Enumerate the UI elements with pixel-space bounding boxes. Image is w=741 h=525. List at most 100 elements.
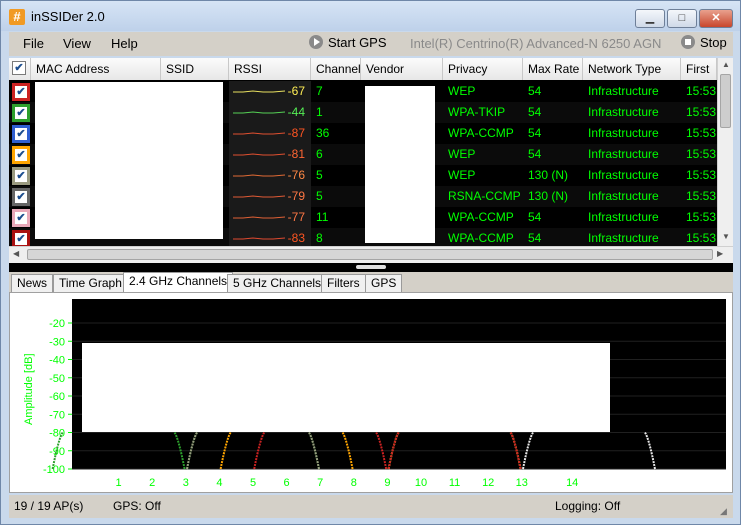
menu-help[interactable]: Help — [111, 36, 138, 51]
column-vendor[interactable]: Vendor — [361, 58, 443, 80]
app-window: # inSSIDer 2.0 ▁ □ ✕ File View Help Star… — [0, 0, 741, 525]
network-type-cell: Infrastructure — [588, 105, 659, 119]
row-checkbox[interactable]: ✔ — [12, 188, 30, 206]
rssi-cell: -79 — [229, 186, 311, 207]
hash-icon: # — [9, 9, 25, 25]
menu-view[interactable]: View — [63, 36, 91, 51]
splitter-grip[interactable] — [356, 265, 386, 269]
rssi-cell: -67 — [229, 81, 311, 102]
rssi-value: -67 — [287, 84, 305, 98]
privacy-cell: WEP — [448, 168, 476, 182]
rssi-cell: -77 — [229, 207, 311, 228]
panel-splitter[interactable] — [9, 263, 733, 272]
adapter-select[interactable]: Intel(R) Centrino(R) Advanced-N 6250 AGN — [410, 34, 672, 53]
x-tick-label: 3 — [183, 477, 189, 489]
column-ssid[interactable]: SSID — [161, 58, 229, 80]
row-checkbox[interactable]: ✔ — [12, 104, 30, 122]
y-tick-label: -70 — [49, 409, 65, 421]
row-checkbox[interactable]: ✔ — [12, 125, 30, 143]
scroll-left-icon[interactable]: ◀ — [13, 249, 19, 258]
tab-5ghz-channels[interactable]: 5 GHz Channels — [227, 274, 328, 292]
x-tick-label: 14 — [566, 477, 578, 489]
rssi-sparkline — [233, 90, 285, 93]
channel-graph: -20-30-40-50-60-70-80-90-100Amplitude [d… — [10, 293, 732, 492]
title-bar[interactable]: # inSSIDer 2.0 ▁ □ ✕ — [1, 1, 740, 31]
row-checkbox[interactable]: ✔ — [12, 83, 30, 101]
column-max-rate[interactable]: Max Rate — [523, 58, 583, 80]
hscroll-thumb[interactable] — [27, 249, 713, 260]
max-rate-cell: 54 — [528, 84, 542, 98]
table-vertical-scrollbar[interactable]: ▲ ▼ — [717, 58, 733, 246]
first-seen-cell: 15:53: — [686, 189, 720, 203]
column-mac[interactable]: MAC Address — [31, 58, 161, 80]
scroll-right-icon[interactable]: ▶ — [717, 249, 723, 258]
menu-file[interactable]: File — [23, 36, 44, 51]
rssi-value: -87 — [287, 126, 305, 140]
rssi-cell: -44 — [229, 102, 311, 123]
max-rate-cell: 130 (N) — [528, 168, 569, 182]
column-privacy[interactable]: Privacy — [443, 58, 523, 80]
first-seen-cell: 15:53: — [686, 147, 720, 161]
network-type-cell: Infrastructure — [588, 147, 659, 161]
scroll-down-icon[interactable]: ▼ — [722, 232, 730, 241]
y-tick-label: -50 — [49, 373, 65, 385]
x-tick-label: 4 — [216, 477, 222, 489]
x-tick-label: 9 — [384, 477, 390, 489]
channel-cell: 5 — [316, 168, 323, 182]
first-seen-cell: 15:53: — [686, 210, 720, 224]
resize-grip-icon[interactable]: ◢ — [720, 506, 730, 516]
rssi-cell: -76 — [229, 165, 311, 186]
network-type-cell: Infrastructure — [588, 189, 659, 203]
privacy-cell: WPA-TKIP — [448, 105, 506, 119]
minimize-button[interactable]: ▁ — [635, 9, 665, 28]
max-rate-cell: 54 — [528, 210, 542, 224]
column-first-seen[interactable]: First S — [681, 58, 717, 98]
tab-gps[interactable]: GPS — [365, 274, 403, 292]
channel-cell: 6 — [316, 147, 323, 161]
row-checkbox[interactable]: ✔ — [12, 209, 30, 227]
window-title: inSSIDer 2.0 — [31, 9, 105, 24]
gps-status: GPS: Off — [113, 499, 161, 513]
tab-news[interactable]: News — [11, 274, 54, 292]
max-rate-cell: 54 — [528, 126, 542, 140]
tab-filters[interactable]: Filters — [321, 274, 366, 292]
close-button[interactable]: ✕ — [699, 9, 733, 28]
table-horizontal-scrollbar[interactable]: ◀ ▶ — [9, 246, 733, 263]
privacy-cell: WPA-CCMP — [448, 126, 514, 140]
y-tick-label: -30 — [49, 336, 65, 348]
y-tick-label: -60 — [49, 391, 65, 403]
privacy-cell: WPA-CCMP — [448, 210, 514, 224]
y-tick-label: -40 — [49, 355, 65, 367]
max-rate-cell: 54 — [528, 147, 542, 161]
header-select-all[interactable]: ✔ — [9, 58, 31, 80]
column-network-type[interactable]: Network Type — [583, 58, 681, 80]
x-tick-label: 12 — [482, 477, 494, 489]
rssi-value: -76 — [287, 168, 305, 182]
channel-cell: 7 — [316, 84, 323, 98]
row-checkbox[interactable]: ✔ — [12, 146, 30, 164]
x-tick-label: 1 — [116, 477, 122, 489]
row-checkbox[interactable]: ✔ — [12, 167, 30, 185]
first-seen-cell: 15:53: — [686, 105, 720, 119]
privacy-cell: RSNA-CCMP — [448, 189, 521, 203]
tab-2-4ghz-channels[interactable]: 2.4 GHz Channels — [123, 272, 234, 292]
start-gps-button[interactable]: Start GPS — [309, 35, 387, 50]
tab-time-graph[interactable]: Time Graph — [53, 274, 128, 292]
select-all-checkbox[interactable]: ✔ — [12, 61, 26, 75]
rssi-sparkline — [233, 153, 285, 156]
column-rssi[interactable]: RSSI — [229, 58, 311, 80]
first-seen-cell: 15:53: — [686, 84, 720, 98]
x-tick-label: 2 — [149, 477, 155, 489]
max-rate-cell: 130 (N) — [528, 189, 569, 203]
maximize-button[interactable]: □ — [667, 9, 697, 28]
stop-button[interactable]: Stop — [681, 35, 727, 50]
column-channel[interactable]: Channel — [311, 58, 361, 80]
rssi-sparkline — [233, 174, 285, 177]
scroll-up-icon[interactable]: ▲ — [722, 60, 730, 69]
scroll-thumb[interactable] — [720, 74, 731, 128]
ap-count: 19 / 19 AP(s) — [14, 499, 84, 513]
rssi-sparkline — [233, 216, 285, 219]
first-seen-cell: 15:53: — [686, 126, 720, 140]
menu-bar: File View Help Start GPS Intel(R) Centri… — [9, 32, 733, 56]
network-table: ✔ MAC Address SSID RSSI Channel Vendor P… — [9, 58, 733, 263]
